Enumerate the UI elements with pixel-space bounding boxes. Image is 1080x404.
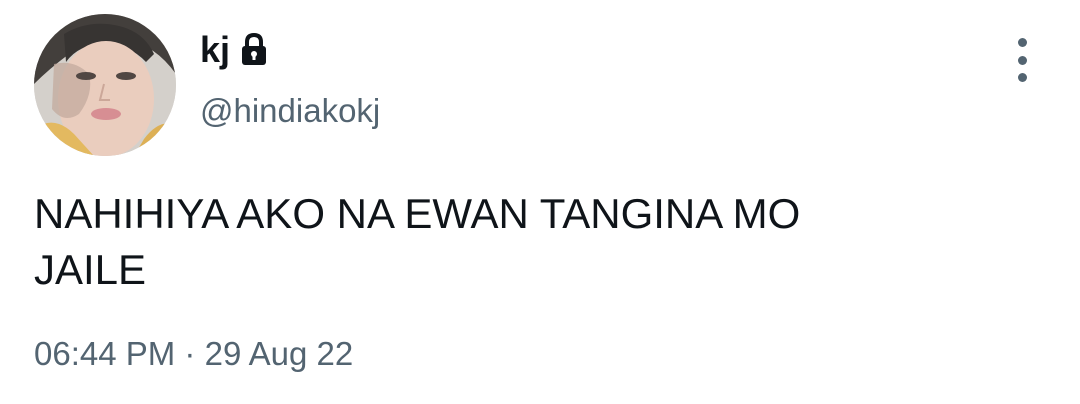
more-vertical-icon [1017, 55, 1027, 65]
tweet-card: kj @hindiakokj NAHIHIYA AKO NA EWAN TANG… [0, 0, 1080, 404]
author-name-row[interactable]: kj [200, 26, 270, 74]
more-options-button[interactable] [1004, 38, 1040, 82]
tweet-time[interactable]: 06:44 PM [34, 335, 175, 372]
timestamp-separator: · [184, 335, 196, 372]
more-vertical-icon [1017, 38, 1027, 47]
avatar-photo-icon [34, 14, 176, 156]
display-name[interactable]: kj [200, 32, 230, 68]
lock-icon [238, 32, 270, 68]
tweet-date[interactable]: 29 Aug 22 [205, 335, 354, 372]
tweet-text: NAHIHIYA AKO NA EWAN TANGINA MO JAILE [34, 190, 801, 293]
author-handle[interactable]: @hindiakokj [200, 94, 380, 127]
more-vertical-icon [1017, 73, 1027, 82]
tweet-timestamp[interactable]: 06:44 PM · 29 Aug 22 [34, 337, 353, 370]
avatar[interactable] [34, 14, 176, 156]
